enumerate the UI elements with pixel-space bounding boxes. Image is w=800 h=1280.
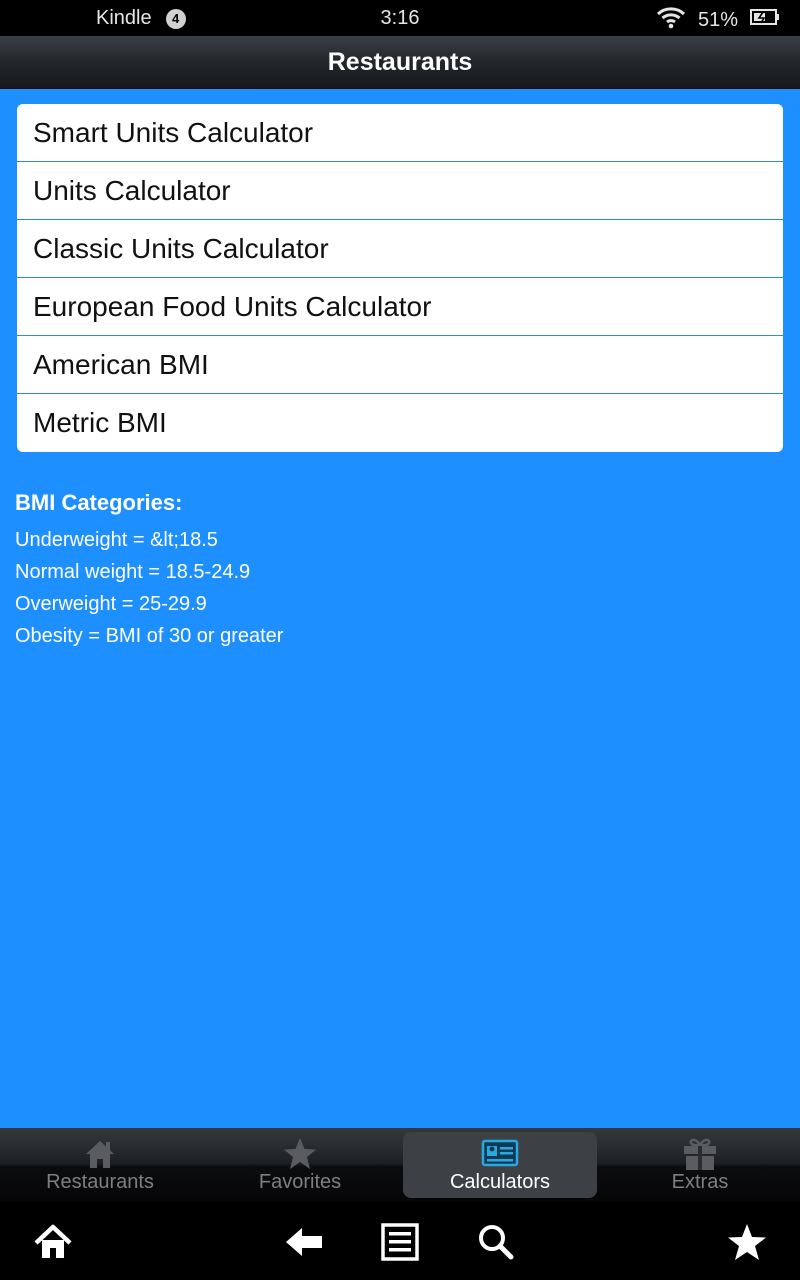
list-item-european-food-units-calculator[interactable]: European Food Units Calculator	[17, 278, 783, 336]
tab-label-calculators: Calculators	[449, 1171, 551, 1193]
list-item-units-calculator[interactable]: Units Calculator	[17, 162, 783, 220]
list-item-metric-bmi[interactable]: Metric BMI	[17, 394, 783, 452]
tab-extras[interactable]: Extras	[603, 1132, 797, 1198]
list-item-american-bmi[interactable]: American BMI	[17, 336, 783, 394]
gift-icon	[682, 1137, 718, 1171]
list-item-classic-units-calculator[interactable]: Classic Units Calculator	[17, 220, 783, 278]
tab-label-restaurants: Restaurants	[46, 1171, 154, 1193]
tab-restaurants[interactable]: Restaurants	[3, 1132, 197, 1198]
tab-calculators[interactable]: Calculators	[403, 1132, 597, 1198]
bmi-normal-weight: Normal weight = 18.5-24.9	[15, 561, 251, 583]
menu-list-icon[interactable]	[380, 1222, 420, 1262]
home-icon[interactable]	[33, 1222, 73, 1262]
status-bar: Kindle 4 3:16 51%	[0, 0, 800, 36]
bmi-obesity: Obesity = BMI of 30 or greater	[15, 625, 284, 647]
house-icon	[83, 1137, 117, 1171]
back-arrow-icon[interactable]	[284, 1222, 324, 1262]
tab-favorites[interactable]: Favorites	[203, 1132, 397, 1198]
battery-percent: 51%	[697, 8, 738, 31]
navigation-bar	[0, 1202, 800, 1280]
status-right: 51%	[656, 5, 780, 35]
tab-bar: Restaurants Favorites Calculators Extras	[0, 1128, 800, 1202]
title-bar: Restaurants	[0, 36, 800, 89]
battery-icon	[750, 8, 780, 32]
calculator-list: Smart Units Calculator Units Calculator …	[17, 104, 783, 452]
search-icon[interactable]	[476, 1222, 516, 1262]
list-item-smart-units-calculator[interactable]: Smart Units Calculator	[17, 104, 783, 162]
bmi-categories: BMI Categories: Underweight = &lt;18.5 N…	[15, 490, 283, 652]
calculator-icon	[481, 1137, 519, 1171]
bmi-heading: BMI Categories:	[15, 490, 183, 515]
page-title: Restaurants	[327, 47, 473, 76]
tab-label-favorites: Favorites	[258, 1171, 342, 1193]
bmi-overweight: Overweight = 25-29.9	[15, 593, 207, 615]
star-icon	[282, 1137, 318, 1171]
wifi-icon	[656, 5, 686, 35]
favorite-star-icon[interactable]	[727, 1222, 767, 1262]
tab-label-extras: Extras	[671, 1171, 729, 1193]
bmi-underweight: Underweight = &lt;18.5	[15, 529, 218, 551]
